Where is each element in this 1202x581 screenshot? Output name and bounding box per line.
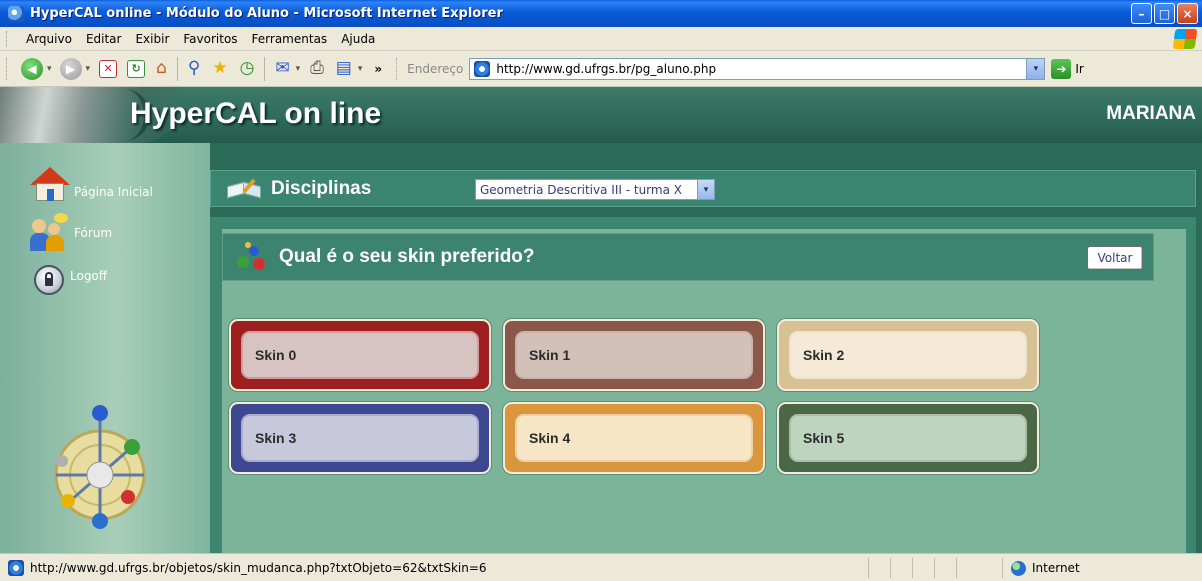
status-cell [868, 557, 890, 578]
skin-option-2[interactable]: Skin 2 [777, 319, 1039, 391]
status-cell [956, 557, 978, 578]
sidebar-item-label: Logoff [70, 269, 108, 283]
security-zone: Internet [1002, 558, 1198, 578]
address-label: Endereço [407, 61, 464, 76]
house-icon [30, 167, 70, 203]
status-cell [890, 557, 912, 578]
mail-dropdown-icon[interactable]: ▾ [296, 64, 301, 74]
back-dropdown-icon[interactable]: ▾ [47, 64, 52, 74]
menu-editar[interactable]: Editar [79, 32, 129, 46]
site-title: HyperCAL on line [130, 97, 382, 130]
skin-option-5[interactable]: Skin 5 [777, 402, 1039, 474]
hypercal-logo-icon [54, 405, 146, 529]
skin-option-label: Skin 1 [517, 333, 751, 377]
page-favicon-icon [474, 60, 491, 77]
title-bar: HyperCAL online - Módulo do Aluno - Micr… [0, 0, 1202, 27]
back-button[interactable]: ◀ [21, 57, 43, 80]
skin-option-1[interactable]: Skin 1 [503, 319, 765, 391]
minimize-button[interactable]: – [1131, 3, 1152, 24]
molecule-icon [235, 242, 269, 272]
sidebar-item-logoff[interactable]: Logoff [0, 265, 107, 295]
address-dropdown-icon[interactable]: ▾ [1026, 58, 1045, 79]
skin-option-3[interactable]: Skin 3 [229, 402, 491, 474]
menu-ajuda[interactable]: Ajuda [334, 32, 382, 46]
skin-option-label: Skin 0 [243, 333, 477, 377]
sidebar: Página Inicial Fórum Logoff [0, 143, 210, 553]
page-viewport: HyperCAL on line MARIANA Página Inicial … [0, 87, 1202, 553]
toolbar-separator [264, 56, 266, 81]
menu-bar: Arquivo Editar Exibir Favoritos Ferramen… [0, 27, 1202, 51]
toolbar-separator [176, 56, 178, 81]
close-button[interactable]: × [1177, 3, 1198, 24]
skin-panel-header: Qual é o seu skin preferido? Voltar [222, 233, 1154, 281]
maximize-button[interactable]: □ [1154, 3, 1175, 24]
forum-icon [30, 213, 70, 253]
edit-page-icon[interactable]: ▤ [336, 60, 352, 77]
site-banner: HyperCAL on line MARIANA [0, 87, 1202, 143]
forward-button[interactable]: ▶ [59, 57, 82, 80]
status-cell [912, 557, 934, 578]
skin-option-label: Skin 4 [517, 416, 751, 460]
refresh-button[interactable]: ↻ [127, 59, 146, 78]
browser-toolbar: ◀ ▾ ▶ ▾ ✕ ↻ ⌂ ⚲ ★ ◷ ✉ ▾ ⎙ ▤ ▾ » Endereço… [0, 51, 1202, 87]
stop-button[interactable]: ✕ [99, 59, 118, 78]
print-icon[interactable]: ⎙ [310, 60, 324, 77]
user-name: MARIANA [1106, 103, 1196, 124]
menu-arquivo[interactable]: Arquivo [19, 32, 79, 46]
skin-option-label: Skin 5 [791, 416, 1025, 460]
sidebar-item-pagina-inicial[interactable]: Página Inicial [0, 167, 153, 203]
go-arrow-icon[interactable]: ➔ [1051, 58, 1072, 79]
skin-question: Qual é o seu skin preferido? [279, 246, 535, 267]
edit-dropdown-icon[interactable]: ▾ [358, 64, 363, 74]
skin-option-label: Skin 2 [791, 333, 1025, 377]
disciplina-selected-value: Geometria Descritiva III - turma X [480, 182, 682, 197]
status-url: http://www.gd.ufrgs.br/objetos/skin_muda… [30, 560, 487, 575]
address-bar-url: http://www.gd.ufrgs.br/pg_aluno.php [496, 61, 717, 76]
ie-window-icon [8, 5, 24, 22]
zone-label: Internet [1032, 561, 1080, 575]
menu-grip [6, 30, 9, 47]
address-grip [396, 57, 399, 80]
history-icon[interactable]: ◷ [240, 60, 255, 77]
go-button[interactable]: Ir [1075, 62, 1083, 76]
menu-favoritos[interactable]: Favoritos [176, 32, 244, 46]
window-title: HyperCAL online - Módulo do Aluno - Micr… [30, 6, 503, 21]
menu-ferramentas[interactable]: Ferramentas [245, 32, 335, 46]
lock-icon [34, 265, 64, 295]
disciplinas-bar: Disciplinas Geometria Descritiva III - t… [210, 170, 1196, 207]
mail-icon[interactable]: ✉ [275, 60, 289, 77]
search-icon[interactable]: ⚲ [188, 60, 200, 77]
page-icon [8, 559, 24, 576]
disciplina-select[interactable]: Geometria Descritiva III - turma X ▾ [475, 179, 715, 200]
home-icon[interactable]: ⌂ [156, 60, 167, 77]
windows-logo-icon [1172, 29, 1198, 49]
globe-icon [1011, 560, 1026, 576]
skin-option-label: Skin 3 [243, 416, 477, 460]
toolbar-grip [6, 57, 9, 80]
sidebar-item-label: Fórum [74, 226, 113, 240]
forward-dropdown-icon[interactable]: ▾ [86, 64, 91, 74]
skin-panel: Qual é o seu skin preferido? Voltar Skin… [210, 217, 1196, 553]
chevron-down-icon[interactable]: ▾ [697, 180, 714, 199]
skin-option-4[interactable]: Skin 4 [503, 402, 765, 474]
sidebar-item-label: Página Inicial [74, 185, 153, 199]
toolbar-overflow-chevron-icon[interactable]: » [374, 62, 382, 76]
window-controls: – □ × [1131, 3, 1198, 24]
book-icon [227, 178, 263, 200]
menu-exibir[interactable]: Exibir [128, 32, 176, 46]
address-bar-input[interactable]: http://www.gd.ufrgs.br/pg_aluno.php ▾ [469, 57, 1046, 80]
status-cell [934, 557, 956, 578]
favorites-star-icon[interactable]: ★ [212, 60, 227, 77]
skin-option-0[interactable]: Skin 0 [229, 319, 491, 391]
disciplinas-label: Disciplinas [271, 177, 372, 199]
status-bar: http://www.gd.ufrgs.br/objetos/skin_muda… [0, 553, 1202, 581]
voltar-button[interactable]: Voltar [1087, 246, 1143, 270]
sidebar-item-forum[interactable]: Fórum [0, 213, 112, 253]
